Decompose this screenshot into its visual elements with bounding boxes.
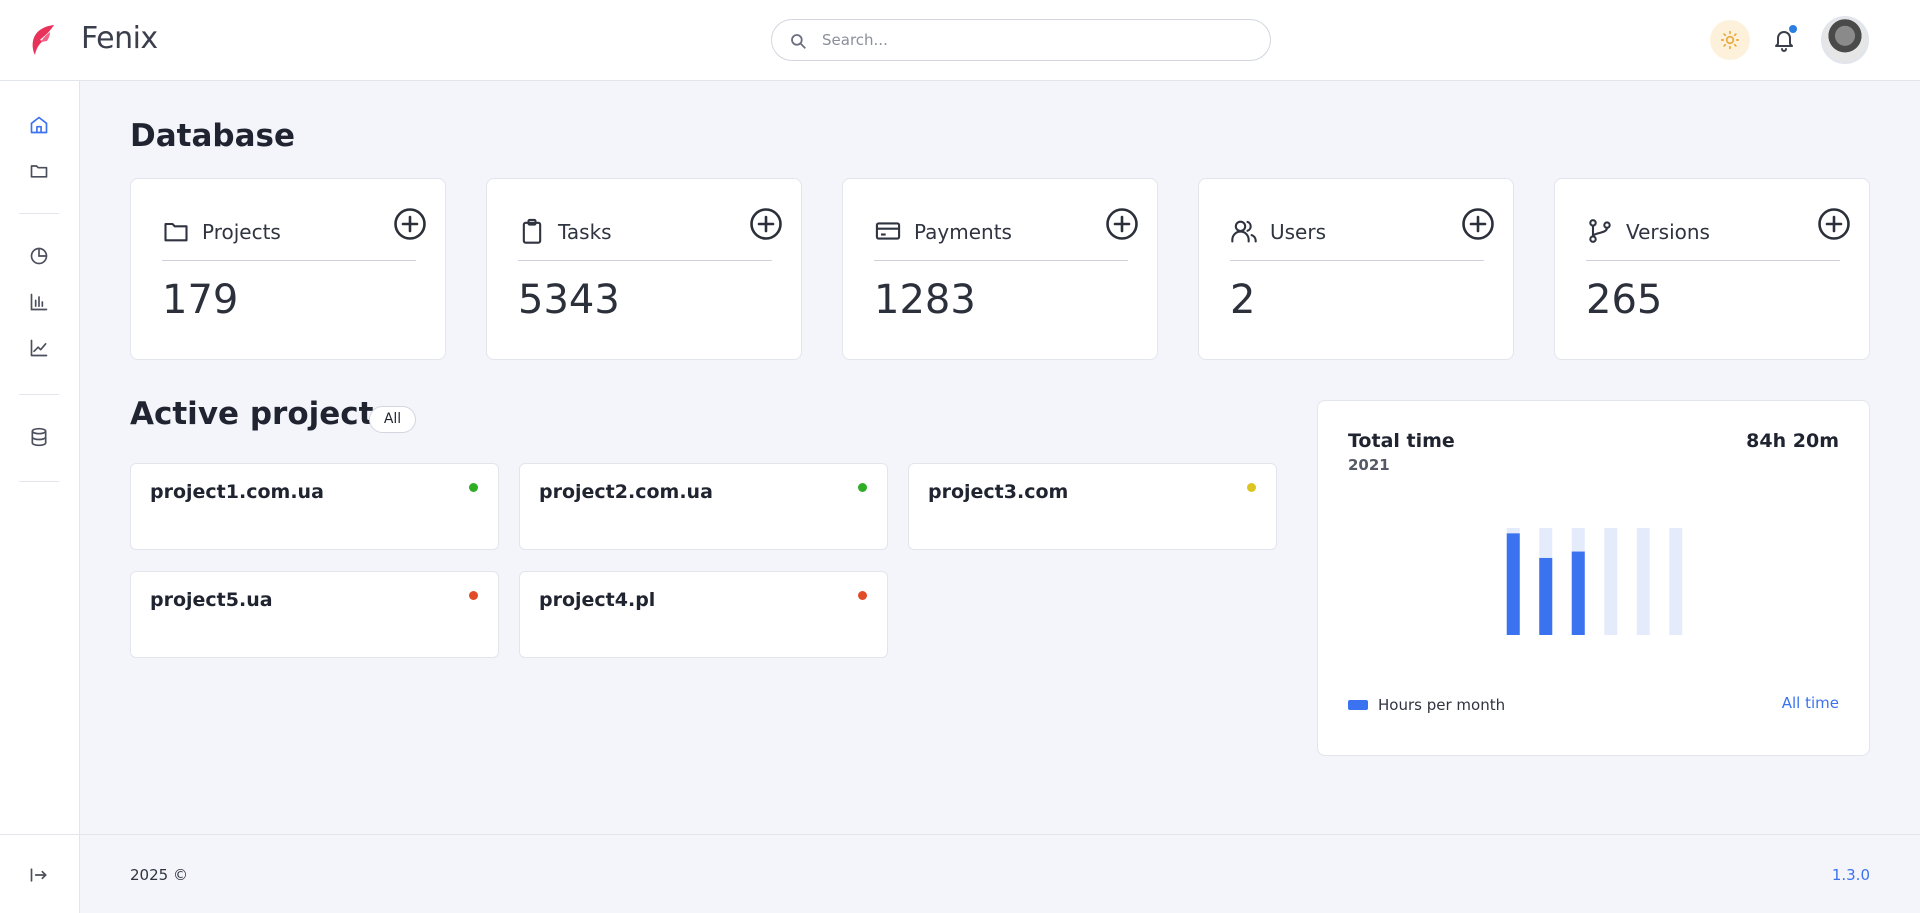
git-branch-icon <box>1589 219 1611 243</box>
bar-track <box>1604 528 1618 635</box>
bar-track <box>1669 528 1683 635</box>
hours-bar-chart <box>1506 528 1683 635</box>
chart-bar[interactable] <box>1571 551 1585 635</box>
active-projects-title: Active projects <box>130 396 392 432</box>
user-avatar[interactable] <box>1821 16 1869 64</box>
database-icon <box>31 427 47 447</box>
sidebar-divider <box>19 481 59 482</box>
status-indicator <box>858 483 867 492</box>
users-icon <box>1231 220 1257 243</box>
brand-name[interactable]: Fenix <box>81 21 158 56</box>
project-card[interactable]: project4.pl <box>519 571 888 658</box>
add-version-button[interactable] <box>1817 207 1851 241</box>
header: Fenix <box>0 0 1920 81</box>
status-indicator <box>469 483 478 492</box>
stat-label: Tasks <box>558 220 612 244</box>
projects-filter-all[interactable]: All <box>369 406 416 433</box>
total-time-title: Total time <box>1348 430 1455 452</box>
search-icon <box>791 34 806 49</box>
stat-label: Users <box>1270 220 1327 244</box>
chart-bar[interactable] <box>1506 533 1520 635</box>
add-task-button[interactable] <box>749 207 783 241</box>
sidebar-item-analytics[interactable] <box>27 336 51 360</box>
project-name: project3.com <box>928 481 1069 503</box>
stat-card-projects[interactable]: Projects 179 <box>130 178 446 360</box>
total-time-year: 2021 <box>1348 456 1390 474</box>
line-chart-icon <box>30 339 48 357</box>
stat-divider <box>518 260 772 261</box>
stat-label: Projects <box>202 220 281 244</box>
fenix-logo-icon[interactable] <box>30 24 56 56</box>
add-project-button[interactable] <box>393 207 427 241</box>
stat-value: 2 <box>1230 277 1256 323</box>
stat-divider <box>874 260 1128 261</box>
total-time-card: Total time 2021 84h 20m Hours per month … <box>1317 400 1870 756</box>
chart-bar[interactable] <box>1539 557 1553 635</box>
stat-value: 179 <box>162 277 239 323</box>
sidebar-item-database[interactable] <box>27 425 51 449</box>
sidebar-divider <box>19 394 59 395</box>
folder-icon <box>164 222 188 242</box>
sun-icon <box>1720 30 1740 50</box>
page-title: Database <box>130 118 295 154</box>
project-card[interactable]: project1.com.ua <box>130 463 499 550</box>
search-input[interactable] <box>822 20 1252 60</box>
app-version: 1.3.0 <box>1831 866 1870 884</box>
project-name: project1.com.ua <box>150 481 324 503</box>
stat-label: Payments <box>914 220 1012 244</box>
add-payment-button[interactable] <box>1105 207 1139 241</box>
project-name: project2.com.ua <box>539 481 713 503</box>
status-indicator <box>1247 483 1256 492</box>
sidebar-footer-divider <box>0 834 80 835</box>
stat-value: 5343 <box>518 277 620 323</box>
status-indicator <box>469 591 478 600</box>
logout-button[interactable] <box>27 863 51 887</box>
stat-divider <box>1230 260 1484 261</box>
theme-toggle-button[interactable] <box>1710 20 1750 60</box>
stat-card-payments[interactable]: Payments 1283 <box>842 178 1158 360</box>
stat-card-users[interactable]: Users 2 <box>1198 178 1514 360</box>
logout-icon <box>30 868 47 882</box>
notification-badge <box>1789 25 1797 33</box>
copyright: 2025 © <box>130 866 188 884</box>
stat-value: 1283 <box>874 277 976 323</box>
sidebar-item-projects[interactable] <box>27 159 51 183</box>
notifications-button[interactable] <box>1764 20 1804 60</box>
stat-divider <box>162 260 416 261</box>
project-card[interactable]: project3.com <box>908 463 1277 550</box>
legend-label: Hours per month <box>1378 696 1506 714</box>
stat-divider <box>1586 260 1840 261</box>
legend-swatch <box>1348 700 1368 710</box>
sidebar-item-home[interactable] <box>27 113 51 137</box>
bar-track <box>1636 528 1650 635</box>
total-time-value: 84h 20m <box>1746 430 1839 452</box>
sidebar-divider <box>19 213 59 214</box>
sidebar <box>0 81 80 913</box>
clipboard-icon <box>522 218 542 244</box>
credit-card-icon <box>875 222 901 240</box>
project-name: project5.ua <box>150 589 273 611</box>
search-box[interactable] <box>771 19 1271 61</box>
bar-chart-icon <box>30 293 48 311</box>
stat-card-tasks[interactable]: Tasks 5343 <box>486 178 802 360</box>
stat-card-versions[interactable]: Versions 265 <box>1554 178 1870 360</box>
home-icon <box>30 116 48 134</box>
footer-divider <box>80 834 1920 835</box>
project-card[interactable]: project2.com.ua <box>519 463 888 550</box>
add-user-button[interactable] <box>1461 207 1495 241</box>
project-name: project4.pl <box>539 589 656 611</box>
status-indicator <box>858 591 867 600</box>
project-card[interactable]: project5.ua <box>130 571 499 658</box>
sidebar-item-reports[interactable] <box>27 244 51 268</box>
stat-label: Versions <box>1626 220 1710 244</box>
pie-chart-icon <box>30 247 48 265</box>
folder-icon <box>30 165 48 178</box>
stat-value: 265 <box>1586 277 1663 323</box>
sidebar-item-statistics[interactable] <box>27 290 51 314</box>
all-time-link[interactable]: All time <box>1782 694 1839 712</box>
